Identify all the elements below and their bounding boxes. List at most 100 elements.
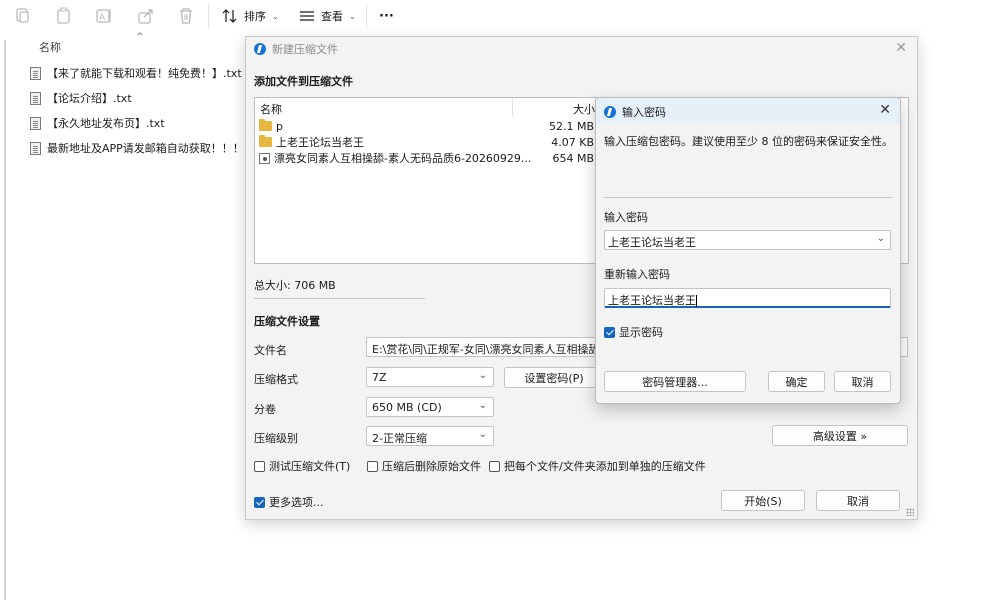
view-icon bbox=[300, 11, 314, 21]
archive-file-icon bbox=[259, 152, 270, 164]
sort-icon bbox=[222, 9, 237, 23]
checkbox-label: 测试压缩文件(T) bbox=[269, 460, 351, 473]
text-cursor bbox=[696, 295, 697, 307]
sort-ascending-icon: ^ bbox=[136, 32, 144, 42]
chevron-down-icon: ⌄ bbox=[478, 370, 487, 381]
reenter-password-value: 上老王论坛当老王 bbox=[608, 294, 696, 307]
svg-text:A: A bbox=[99, 13, 106, 23]
resize-grip[interactable] bbox=[906, 508, 914, 516]
password-value: 上老王论坛当老王 bbox=[608, 236, 696, 249]
file-name: 【论坛介绍】.txt bbox=[47, 92, 132, 105]
checkbox-box bbox=[254, 460, 265, 472]
ok-button[interactable]: 确定 bbox=[768, 371, 825, 392]
file-name: 【来了就能下载和观看！纯免费！】.txt bbox=[47, 67, 242, 80]
list-item[interactable]: p bbox=[259, 118, 283, 134]
format-select[interactable]: 7Z ⌄ bbox=[366, 367, 494, 387]
file-name: 最新地址及APP请发邮箱自动获取！！！... bbox=[47, 142, 255, 155]
checkbox-box bbox=[489, 460, 500, 472]
level-value: 2-正常压缩 bbox=[372, 432, 427, 445]
more-options-checkbox[interactable]: 更多选项... bbox=[254, 494, 324, 510]
copy-icon[interactable] bbox=[55, 7, 73, 25]
split-value: 650 MB (CD) bbox=[372, 401, 442, 414]
checkbox-label: 更多选项... bbox=[269, 496, 324, 509]
enter-password-label: 输入密码 bbox=[604, 211, 648, 224]
advanced-settings-button[interactable]: 高级设置 » bbox=[772, 425, 908, 446]
format-value: 7Z bbox=[372, 371, 387, 384]
app-icon bbox=[604, 106, 616, 118]
column-header-name[interactable]: 名称 bbox=[39, 39, 61, 55]
set-password-button[interactable]: 设置密码(P) bbox=[504, 367, 604, 388]
chevron-down-icon: ⌄ bbox=[349, 11, 356, 21]
toolbar-divider bbox=[208, 4, 209, 28]
text-file-icon bbox=[30, 91, 41, 105]
column-divider bbox=[512, 98, 513, 116]
checkbox-box bbox=[367, 460, 378, 472]
level-label: 压缩级别 bbox=[254, 432, 298, 445]
item-name: 上老王论坛当老王 bbox=[276, 136, 364, 149]
password-dialog-title-area: 输入密码 bbox=[604, 104, 666, 120]
more-options-button[interactable]: ··· bbox=[379, 6, 394, 26]
file-item[interactable]: 【论坛介绍】.txt bbox=[30, 90, 132, 106]
show-password-checkbox[interactable]: 显示密码 bbox=[604, 324, 663, 340]
split-label: 分卷 bbox=[254, 403, 276, 416]
checkbox-label: 压缩后删除原始文件 bbox=[382, 460, 481, 473]
chevron-down-icon[interactable]: ⌄ bbox=[877, 233, 885, 244]
level-select[interactable]: 2-正常压缩 ⌄ bbox=[366, 426, 494, 446]
cancel-button[interactable]: 取消 bbox=[816, 490, 900, 511]
share-icon[interactable] bbox=[137, 7, 155, 25]
item-name: 漂亮女同素人互相操舔-素人无码品质6-20260929... bbox=[274, 152, 532, 165]
dialog-title: 新建压缩文件 bbox=[272, 43, 338, 56]
filename-label: 文件名 bbox=[254, 344, 287, 357]
list-item[interactable]: 上老王论坛当老王 bbox=[259, 134, 364, 150]
text-file-icon bbox=[30, 141, 41, 155]
cut-icon[interactable] bbox=[14, 7, 32, 25]
close-icon[interactable]: ✕ bbox=[879, 102, 891, 118]
dialog-titlebar: 新建压缩文件 bbox=[254, 41, 338, 57]
chevron-down-icon: ⌄ bbox=[478, 400, 487, 411]
password-dialog-title: 输入密码 bbox=[622, 106, 666, 119]
folder-icon bbox=[259, 119, 272, 131]
delete-after-checkbox[interactable]: 压缩后删除原始文件 bbox=[367, 458, 481, 474]
chevron-down-icon: ⌄ bbox=[478, 429, 487, 440]
file-item[interactable]: 【来了就能下载和观看！纯免费！】.txt bbox=[30, 65, 242, 81]
app-icon bbox=[254, 43, 266, 55]
start-button[interactable]: 开始(S) bbox=[721, 490, 805, 511]
navigation-pane-border bbox=[4, 40, 6, 600]
sort-button[interactable]: 排序 ⌄ bbox=[222, 6, 279, 26]
chevron-down-icon: ⌄ bbox=[272, 11, 279, 21]
item-size: 654 MB bbox=[552, 152, 594, 165]
cancel-button[interactable]: 取消 bbox=[834, 371, 891, 392]
checkbox-box bbox=[604, 326, 615, 338]
password-input[interactable]: 上老王论坛当老王 ⌄ bbox=[604, 230, 891, 250]
file-item[interactable]: 最新地址及APP请发邮箱自动获取！！！... bbox=[30, 140, 254, 156]
item-name: p bbox=[276, 119, 283, 133]
delete-icon[interactable] bbox=[177, 7, 195, 25]
file-item[interactable]: 【永久地址发布页】.txt bbox=[30, 115, 165, 131]
file-name: 【永久地址发布页】.txt bbox=[47, 117, 165, 130]
test-archive-checkbox[interactable]: 测试压缩文件(T) bbox=[254, 458, 350, 474]
checkbox-label: 把每个文件/文件夹添加到单独的压缩文件 bbox=[504, 460, 706, 473]
settings-heading: 压缩文件设置 bbox=[254, 315, 320, 328]
item-size: 52.1 MB bbox=[548, 120, 594, 133]
close-icon[interactable]: ✕ bbox=[895, 40, 907, 56]
text-file-icon bbox=[30, 66, 41, 80]
folder-icon bbox=[259, 135, 272, 147]
format-label: 压缩格式 bbox=[254, 373, 298, 386]
separate-archives-checkbox[interactable]: 把每个文件/文件夹添加到单独的压缩文件 bbox=[489, 458, 706, 474]
reenter-password-input[interactable]: 上老王论坛当老王 bbox=[604, 288, 891, 308]
column-header-size[interactable]: 大小 bbox=[573, 101, 595, 117]
explorer-toolbar: A 排序 ⌄ 查看 ⌄ ··· bbox=[0, 0, 1000, 32]
view-button[interactable]: 查看 ⌄ bbox=[299, 6, 356, 26]
password-manager-button[interactable]: 密码管理器... bbox=[604, 371, 746, 392]
add-files-heading: 添加文件到压缩文件 bbox=[254, 75, 353, 88]
password-dialog: 输入密码 ✕ 输入压缩包密码。建议使用至少 8 位的密码来保证安全性。 输入密码… bbox=[595, 97, 901, 404]
list-item[interactable]: 漂亮女同素人互相操舔-素人无码品质6-20260929... bbox=[259, 150, 531, 166]
reenter-password-label: 重新输入密码 bbox=[604, 268, 670, 281]
column-header-name[interactable]: 名称 bbox=[260, 101, 282, 117]
split-select[interactable]: 650 MB (CD) ⌄ bbox=[366, 397, 494, 417]
rename-icon[interactable]: A bbox=[95, 7, 113, 25]
separator bbox=[254, 298, 425, 299]
toolbar-divider bbox=[366, 4, 367, 28]
checkbox-box bbox=[254, 496, 265, 508]
view-label: 查看 bbox=[321, 10, 343, 23]
